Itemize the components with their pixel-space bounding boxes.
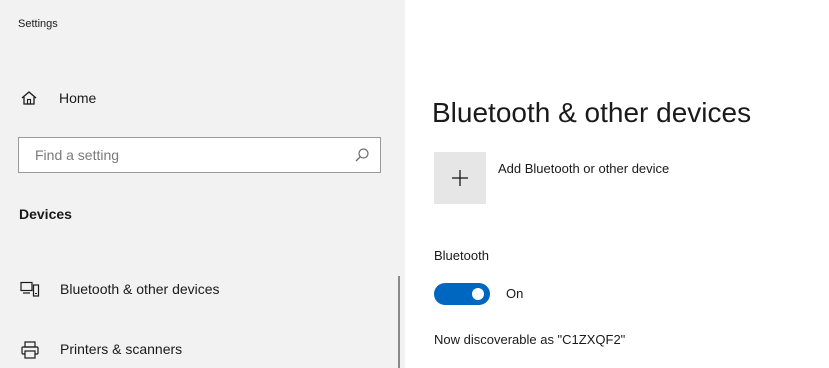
app-title: Settings xyxy=(18,18,58,30)
bluetooth-devices-icon xyxy=(20,281,40,299)
search-icon[interactable] xyxy=(354,147,370,163)
printer-icon xyxy=(20,341,40,359)
bluetooth-toggle[interactable] xyxy=(434,283,490,305)
home-icon xyxy=(20,90,38,106)
page-title: Bluetooth & other devices xyxy=(432,96,752,128)
add-device-tile xyxy=(434,152,486,204)
main-content: Bluetooth & other devices Add Bluetooth … xyxy=(405,0,829,368)
search-input[interactable] xyxy=(19,138,339,172)
add-device-label: Add Bluetooth or other device xyxy=(498,161,670,176)
sidebar-item-bluetooth[interactable]: Bluetooth & other devices xyxy=(0,270,398,310)
plus-icon xyxy=(452,170,468,186)
add-device-button[interactable]: Add Bluetooth or other device xyxy=(434,152,814,204)
sidebar-item-home[interactable]: Home xyxy=(0,80,405,116)
search-box xyxy=(18,137,381,173)
sidebar-item-printers[interactable]: Printers & scanners xyxy=(0,330,398,368)
settings-window: Settings Home Devices xyxy=(0,0,829,368)
sidebar-item-label: Home xyxy=(59,90,97,106)
bluetooth-heading: Bluetooth xyxy=(434,248,489,263)
discoverable-status: Now discoverable as "C1ZXQF2" xyxy=(434,332,626,347)
sidebar-scrollbar[interactable] xyxy=(398,276,400,368)
toggle-state-label: On xyxy=(506,286,524,301)
sidebar-item-label: Printers & scanners xyxy=(60,341,183,357)
sidebar-item-label: Bluetooth & other devices xyxy=(60,281,220,297)
section-heading-devices: Devices xyxy=(19,206,72,222)
sidebar: Settings Home Devices xyxy=(0,0,405,368)
toggle-knob xyxy=(472,288,484,300)
